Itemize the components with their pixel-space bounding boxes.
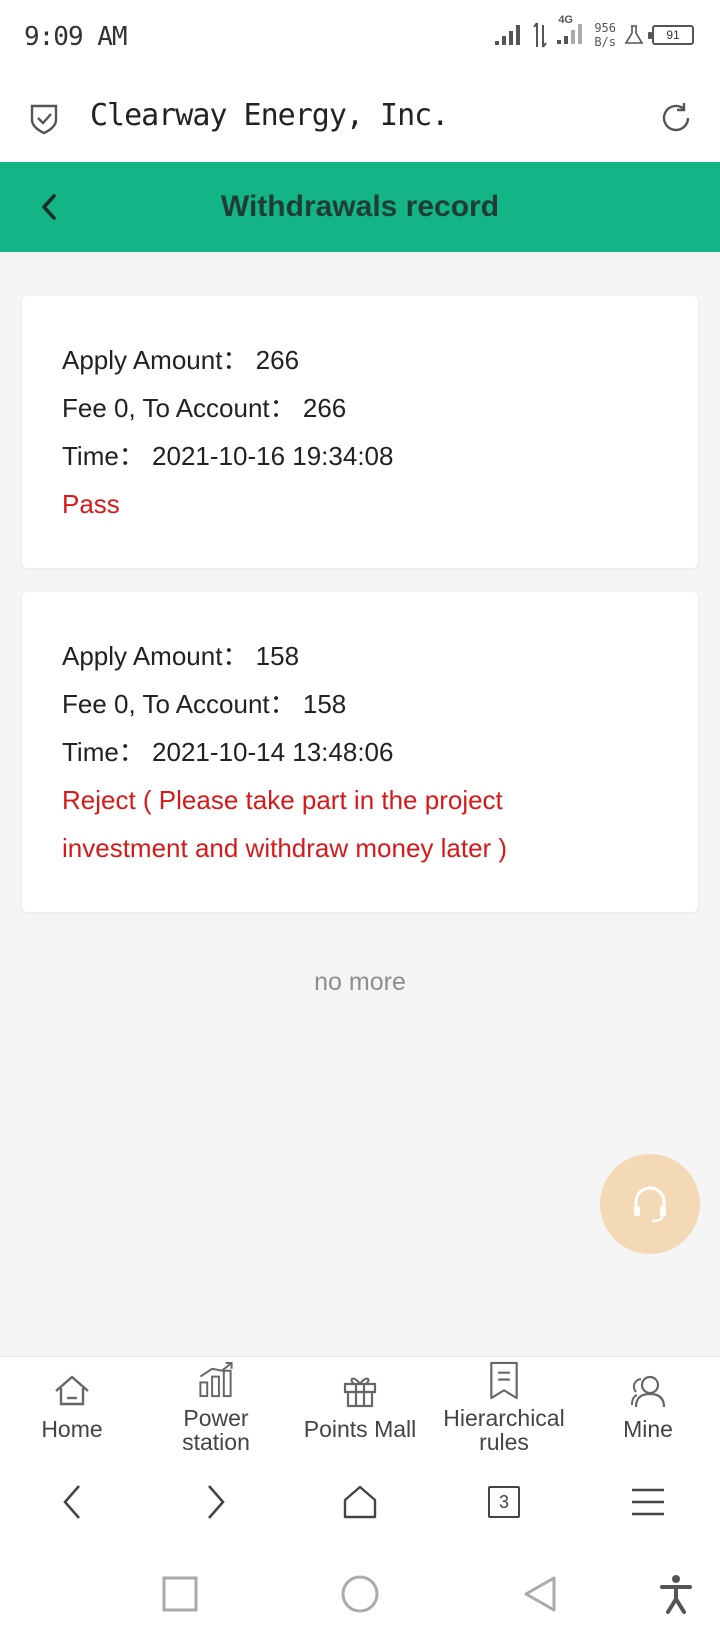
bar-chart-icon <box>199 1361 233 1398</box>
bookmark-list-icon <box>490 1361 518 1400</box>
system-navbar <box>0 1550 720 1640</box>
list-end-text: no more <box>314 968 406 996</box>
customer-service-button[interactable] <box>600 1154 700 1254</box>
chevron-right-icon <box>208 1485 225 1519</box>
network-signal: 4G <box>556 14 586 51</box>
network-type: 4G <box>558 14 573 26</box>
back-triangle-icon[interactable] <box>518 1572 562 1616</box>
page-title: Withdrawals record <box>220 190 500 223</box>
tab-points-mall[interactable]: Points Mall <box>288 1357 432 1454</box>
browser-menu-button[interactable] <box>624 1478 672 1526</box>
status-icons: 4G 956 B/s 91 <box>494 14 694 51</box>
tab-label: Mine <box>623 1416 673 1442</box>
menu-icon <box>632 1488 664 1516</box>
tab-home[interactable]: Home <box>0 1357 144 1454</box>
browser-forward-button[interactable] <box>192 1478 240 1526</box>
refresh-icon[interactable] <box>658 100 694 136</box>
record-time: Time： 2021-10-16 19:34:08 <box>62 441 394 471</box>
tab-hierarchical-rules[interactable]: Hierarchical rules <box>432 1357 576 1454</box>
status-time: 9:09 AM <box>24 22 128 52</box>
gift-icon <box>343 1377 377 1408</box>
record-status: Reject ( Please take part in the project <box>62 785 503 815</box>
browser-title: Clearway Energy, Inc. <box>90 98 449 133</box>
flask-icon <box>624 24 644 44</box>
signal-icon <box>495 24 521 45</box>
browser-navbar: 3 <box>0 1454 720 1550</box>
shield-check-icon <box>30 104 58 135</box>
tab-mine[interactable]: Mine <box>576 1357 720 1454</box>
browser-back-button[interactable] <box>48 1478 96 1526</box>
home-icon <box>55 1375 89 1406</box>
bottom-tabbar: Home Power station Points Mall Hierarchi… <box>0 1356 720 1454</box>
record-status-reason: investment and withdraw money later ) <box>62 833 508 863</box>
tab-label: Power station <box>182 1405 250 1455</box>
withdrawal-record-card: Apply Amount： 158 Fee 0, To Account： 158… <box>22 592 698 912</box>
tab-label: Home <box>41 1416 103 1442</box>
tabs-count-icon: 3 <box>488 1486 520 1518</box>
recent-apps-icon[interactable] <box>158 1572 202 1616</box>
withdrawal-record-card: Apply Amount： 266 Fee 0, To Account： 266… <box>22 296 698 568</box>
record-time: Time： 2021-10-14 13:48:06 <box>62 737 394 767</box>
accessibility-icon[interactable] <box>654 1572 698 1616</box>
chevron-left-icon <box>63 1485 80 1519</box>
fee-to-account: Fee 0, To Account： 266 <box>62 393 347 423</box>
browser-home-button[interactable] <box>336 1478 384 1526</box>
home-outline-icon <box>343 1485 377 1519</box>
user-icon <box>631 1375 666 1408</box>
apply-amount: Apply Amount： 266 <box>62 345 300 375</box>
status-bar: 9:09 AM 4G 956 B/s 91 <box>0 0 720 78</box>
battery-icon: 91 <box>648 24 694 45</box>
browser-bar: Clearway Energy, Inc. <box>0 78 720 162</box>
headset-icon <box>634 1186 666 1223</box>
fee-to-account: Fee 0, To Account： 158 <box>62 689 347 719</box>
tab-power-station[interactable]: Power station <box>144 1357 288 1454</box>
home-circle-icon[interactable] <box>338 1572 382 1616</box>
record-status: Pass <box>62 489 120 519</box>
page-header: Withdrawals record <box>0 162 720 252</box>
net-speed: 956 B/s <box>594 21 616 49</box>
tab-label: Points Mall <box>303 1416 417 1442</box>
browser-tabs-button[interactable]: 3 <box>480 1478 528 1526</box>
speed-value: 956 <box>594 20 616 35</box>
speed-unit: B/s <box>594 34 616 49</box>
tab-label: Hierarchical rules <box>443 1405 565 1455</box>
data-arrows-icon <box>533 21 548 48</box>
apply-amount: Apply Amount： 158 <box>62 641 300 671</box>
